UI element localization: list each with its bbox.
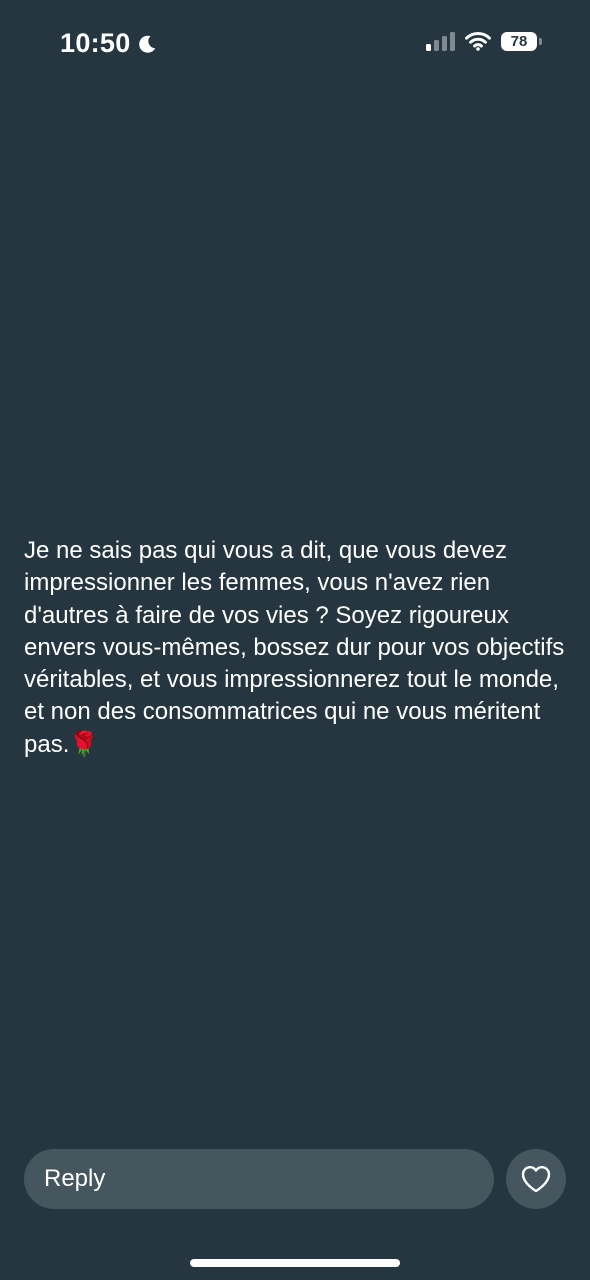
battery-level: 78 [501, 31, 537, 51]
reply-input[interactable]: Reply [24, 1149, 494, 1209]
like-button[interactable] [506, 1149, 566, 1209]
home-indicator[interactable] [190, 1259, 400, 1267]
clock-time: 10:50 [60, 28, 131, 58]
message-text: Je ne sais pas qui vous a dit, que vous … [24, 537, 565, 758]
status-bar: 10:50 78 [0, 0, 590, 90]
battery-icon: 78 [501, 31, 542, 51]
status-icons: 78 [426, 31, 542, 51]
heart-icon [521, 1166, 551, 1193]
reply-placeholder: Reply [44, 1165, 106, 1192]
status-time: 10:50 [60, 28, 157, 59]
wifi-icon [465, 32, 491, 51]
signal-icon [426, 31, 455, 51]
moon-icon [138, 35, 155, 53]
